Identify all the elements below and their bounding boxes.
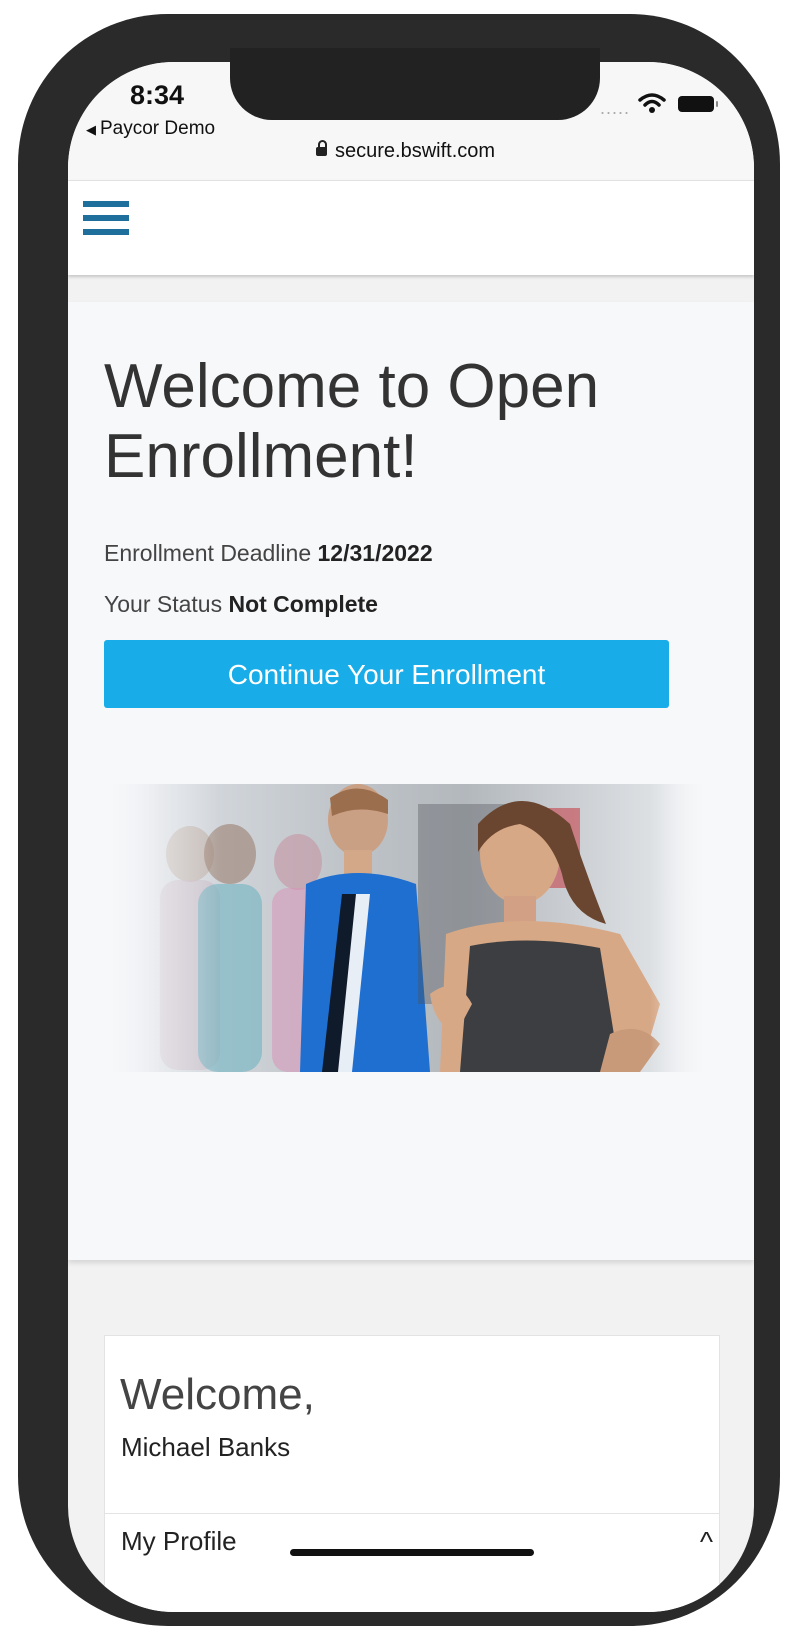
back-arrow-icon: ◀ (86, 122, 96, 137)
back-app-label: Paycor Demo (100, 118, 216, 139)
top-nav-bar (68, 180, 754, 275)
back-to-app-link[interactable]: ◀ Paycor Demo (86, 118, 215, 140)
signal-dots-icon: ..... (600, 98, 631, 118)
phone-frame: 8:34 ◀ Paycor Demo secure.bswift.com ....… (18, 14, 780, 1626)
home-indicator[interactable] (290, 1549, 534, 1556)
enrollment-deadline: Enrollment Deadline 12/31/2022 (104, 540, 433, 567)
enrollment-status: Your Status Not Complete (104, 591, 378, 618)
photo-fade-right (650, 784, 710, 1072)
page-title: Welcome to Open Enrollment! (104, 352, 600, 491)
deadline-value: 12/31/2022 (317, 540, 433, 566)
welcome-heading: Welcome, (120, 1370, 315, 1419)
wifi-icon (638, 93, 666, 113)
phone-screen: 8:34 ◀ Paycor Demo secure.bswift.com ....… (68, 62, 754, 1612)
photo-fade-left (100, 784, 220, 1072)
menu-icon[interactable] (83, 201, 129, 241)
battery-icon (678, 96, 718, 112)
status-value: Not Complete (228, 591, 378, 617)
continue-enrollment-button[interactable]: Continue Your Enrollment (104, 640, 669, 708)
user-name: Michael Banks (121, 1432, 291, 1462)
deadline-label: Enrollment Deadline (104, 540, 312, 566)
status-label: Your Status (104, 591, 223, 617)
fitness-photo (100, 784, 710, 1072)
lock-icon (316, 140, 327, 156)
my-profile-label: My Profile (121, 1526, 237, 1556)
address-bar[interactable]: secure.bswift.com (316, 140, 495, 163)
url-text: secure.bswift.com (335, 140, 496, 162)
clock: 8:34 (130, 80, 185, 110)
enrollment-hero: Welcome to Open Enrollment! Enrollment D… (68, 302, 754, 1260)
card-divider (105, 1513, 719, 1514)
phone-notch (230, 48, 600, 120)
welcome-card: Welcome, Michael Banks My Profile ^ (104, 1335, 720, 1612)
chevron-up-icon: ^ (699, 1526, 713, 1557)
